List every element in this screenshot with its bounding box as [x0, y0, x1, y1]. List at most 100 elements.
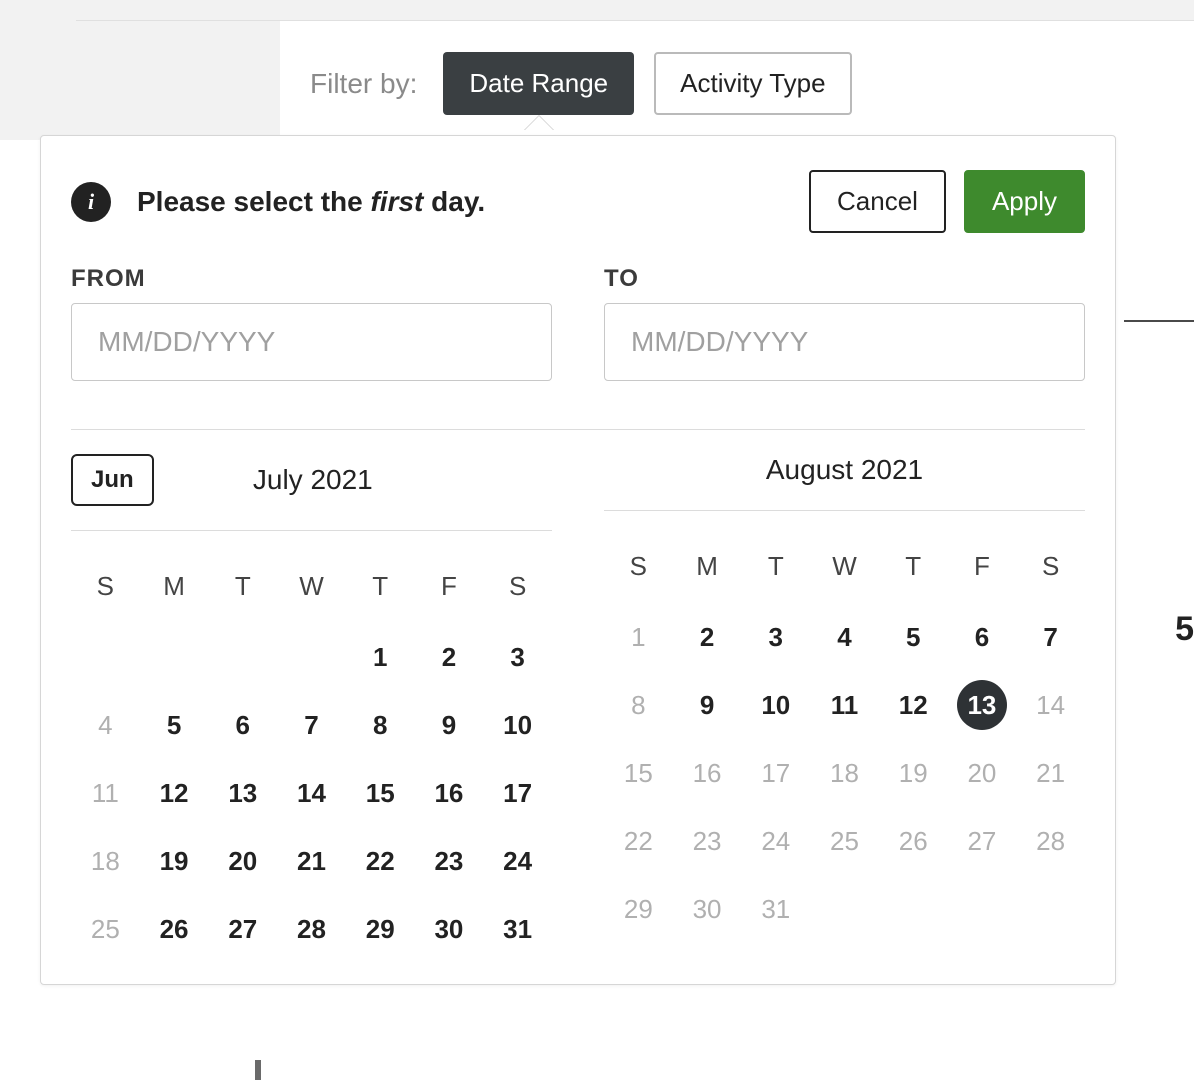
calendar-right-weekdays: SMTWTFS — [604, 539, 1085, 594]
calendar-empty-cell — [140, 632, 209, 682]
to-label: TO — [604, 265, 1085, 293]
prev-month-button[interactable]: Jun — [71, 454, 154, 506]
calendar-day[interactable]: 8 — [604, 680, 673, 730]
popover-header-left: i Please select the first day. — [71, 182, 485, 222]
filter-date-range-button[interactable]: Date Range — [443, 52, 634, 115]
calendar-day[interactable]: 2 — [415, 632, 484, 682]
calendar-day[interactable]: 19 — [879, 748, 948, 798]
weekday-label: T — [208, 559, 277, 614]
calendar-day[interactable]: 3 — [483, 632, 552, 682]
divider — [71, 429, 1085, 430]
calendar-day[interactable]: 10 — [483, 700, 552, 750]
calendar-day[interactable]: 28 — [1016, 816, 1085, 866]
calendar-day[interactable]: 27 — [208, 904, 277, 954]
calendar-day[interactable]: 13 — [208, 768, 277, 818]
calendars: Jun July 2021 SMTWTFS 123456789101112131… — [71, 454, 1085, 954]
info-text: Please select the first day. — [137, 186, 485, 218]
to-input[interactable] — [604, 303, 1085, 381]
calendar-day[interactable]: 29 — [604, 884, 673, 934]
calendar-day[interactable]: 30 — [415, 904, 484, 954]
calendar-day[interactable]: 8 — [346, 700, 415, 750]
calendar-day[interactable]: 31 — [741, 884, 810, 934]
calendar-day[interactable]: 2 — [673, 612, 742, 662]
calendar-day[interactable]: 15 — [604, 748, 673, 798]
calendar-day[interactable]: 4 — [810, 612, 879, 662]
calendar-day[interactable]: 25 — [71, 904, 140, 954]
calendar-day[interactable]: 12 — [879, 680, 948, 730]
calendar-day[interactable]: 15 — [346, 768, 415, 818]
info-em: first — [370, 186, 423, 217]
calendar-day[interactable]: 31 — [483, 904, 552, 954]
calendar-day[interactable]: 30 — [673, 884, 742, 934]
calendar-day[interactable]: 16 — [673, 748, 742, 798]
calendar-right-title: August 2021 — [684, 454, 1005, 486]
calendar-day[interactable]: 18 — [71, 836, 140, 886]
calendar-empty-cell — [948, 884, 1017, 934]
calendar-day[interactable]: 23 — [673, 816, 742, 866]
weekday-label: F — [415, 559, 484, 614]
calendar-day[interactable]: 23 — [415, 836, 484, 886]
calendar-day[interactable]: 26 — [140, 904, 209, 954]
calendar-day[interactable]: 3 — [741, 612, 810, 662]
popover-header: i Please select the first day. Cancel Ap… — [71, 170, 1085, 233]
calendar-day[interactable]: 16 — [415, 768, 484, 818]
calendar-day[interactable]: 7 — [277, 700, 346, 750]
calendar-day[interactable]: 20 — [948, 748, 1017, 798]
calendar-day[interactable]: 1 — [346, 632, 415, 682]
bottom-tick — [255, 1060, 261, 1080]
calendar-day[interactable]: 6 — [948, 612, 1017, 662]
calendar-day[interactable]: 21 — [1016, 748, 1085, 798]
edge-line — [1124, 320, 1194, 322]
calendar-day[interactable]: 13 — [948, 680, 1017, 730]
calendar-day[interactable]: 1 — [604, 612, 673, 662]
calendar-empty-cell — [879, 884, 948, 934]
edge-number-fragment: 5 — [1175, 610, 1194, 649]
date-inputs-row: FROM TO — [71, 265, 1085, 381]
weekday-label: T — [879, 539, 948, 594]
from-input[interactable] — [71, 303, 552, 381]
calendar-day[interactable]: 7 — [1016, 612, 1085, 662]
calendar-day[interactable]: 20 — [208, 836, 277, 886]
calendar-day[interactable]: 27 — [948, 816, 1017, 866]
calendar-day[interactable]: 21 — [277, 836, 346, 886]
calendar-day[interactable]: 5 — [879, 612, 948, 662]
calendar-day[interactable]: 9 — [415, 700, 484, 750]
calendar-left-weekdays: SMTWTFS — [71, 559, 552, 614]
calendar-day[interactable]: 17 — [741, 748, 810, 798]
calendar-day[interactable]: 24 — [741, 816, 810, 866]
calendar-day[interactable]: 26 — [879, 816, 948, 866]
calendar-day[interactable]: 19 — [140, 836, 209, 886]
calendar-day[interactable]: 14 — [277, 768, 346, 818]
to-group: TO — [604, 265, 1085, 381]
calendar-day[interactable]: 11 — [71, 768, 140, 818]
weekday-label: W — [810, 539, 879, 594]
calendar-day[interactable]: 29 — [346, 904, 415, 954]
weekday-label: M — [673, 539, 742, 594]
calendar-day[interactable]: 22 — [604, 816, 673, 866]
calendar-day[interactable]: 18 — [810, 748, 879, 798]
calendar-left-days: 1234567891011121314151617181920212223242… — [71, 632, 552, 954]
apply-button[interactable]: Apply — [964, 170, 1085, 233]
filter-activity-type-button[interactable]: Activity Type — [654, 52, 851, 115]
weekday-label: S — [604, 539, 673, 594]
weekday-label: S — [483, 559, 552, 614]
calendar-day[interactable]: 22 — [346, 836, 415, 886]
weekday-label: T — [741, 539, 810, 594]
calendar-day[interactable]: 6 — [208, 700, 277, 750]
calendar-day[interactable]: 28 — [277, 904, 346, 954]
cancel-button[interactable]: Cancel — [809, 170, 946, 233]
calendar-day[interactable]: 14 — [1016, 680, 1085, 730]
calendar-day[interactable]: 4 — [71, 700, 140, 750]
calendar-day[interactable]: 24 — [483, 836, 552, 886]
calendar-day[interactable]: 25 — [810, 816, 879, 866]
calendar-day[interactable]: 17 — [483, 768, 552, 818]
calendar-right: August 2021 SMTWTFS 12345678910111213141… — [604, 454, 1085, 954]
calendar-day[interactable]: 11 — [810, 680, 879, 730]
calendar-day[interactable]: 12 — [140, 768, 209, 818]
calendar-day[interactable]: 5 — [140, 700, 209, 750]
calendar-day[interactable]: 9 — [673, 680, 742, 730]
info-icon: i — [71, 182, 111, 222]
info-suffix: day. — [423, 186, 485, 217]
calendar-day[interactable]: 10 — [741, 680, 810, 730]
info-prefix: Please select the — [137, 186, 370, 217]
